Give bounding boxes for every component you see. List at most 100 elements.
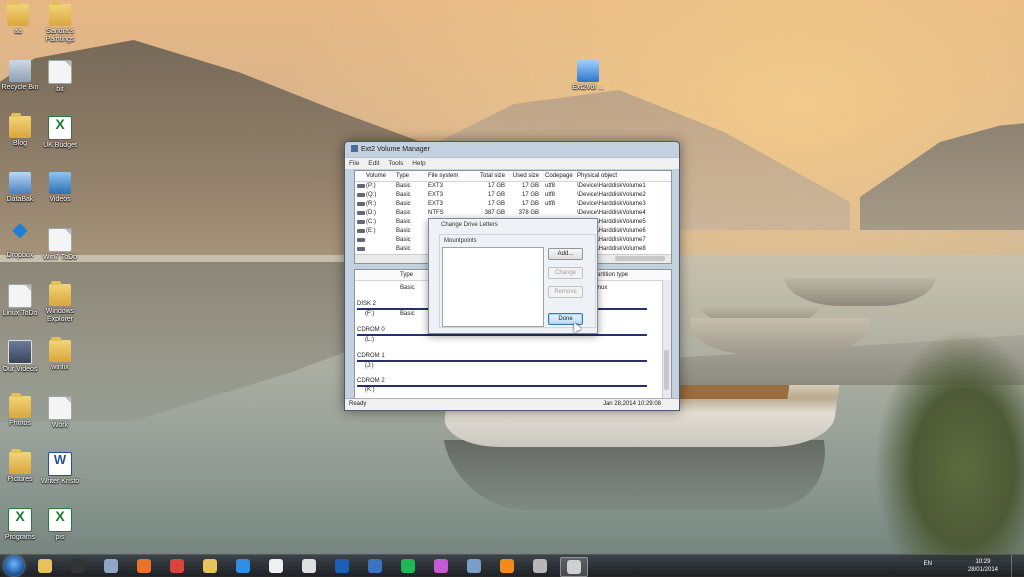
taskbar-disk-button[interactable]	[527, 557, 553, 575]
column-header-volume[interactable]: Volume	[366, 171, 396, 181]
desktop-icon-label: Videos	[49, 196, 71, 203]
column-header-total-size[interactable]: Total size	[473, 171, 505, 181]
column-header-type[interactable]: Type	[396, 171, 428, 181]
wallpaper-hill	[860, 120, 1024, 230]
status-text: Ready	[349, 401, 367, 407]
column-header-physical-object[interactable]: Physical object	[577, 171, 657, 181]
desktop-icon-writer-kristo[interactable]: Writer Kristo	[32, 452, 88, 486]
desktop-icon-windows-explorer[interactable]: Windows Explorer	[32, 281, 88, 324]
window-titlebar[interactable]: Ext2 Volume Manager	[345, 142, 679, 157]
skype-icon	[467, 559, 481, 573]
system-clock[interactable]: 10:29 28/01/2014	[968, 558, 998, 574]
desktop-icon-win7-todo[interactable]: Win7 ToDo	[32, 228, 88, 262]
taskbar-skype-button[interactable]	[461, 557, 487, 575]
menubar: File Edit Tools Help	[345, 157, 679, 169]
folder-icon	[9, 393, 31, 418]
cdrom-1-volume[interactable]: (J:)	[365, 363, 374, 369]
cdrom-2-volume[interactable]: (K:)	[365, 387, 375, 393]
column-header-file-system[interactable]: File system	[428, 171, 473, 181]
ie-icon	[236, 559, 250, 573]
desktop-icon-work[interactable]: Work	[32, 396, 88, 430]
volume-cell: 387 GB	[484, 210, 505, 216]
taskbar-thunderbird-button[interactable]	[362, 557, 388, 575]
desktop-icon-label: Sandra's Paintings	[45, 28, 75, 43]
dialog-title: Change Drive Letters	[441, 222, 498, 228]
volume-row[interactable]: (Q:) Basic EXT3 17 GB 17 GB utf8 \Device\Hardd…	[355, 191, 671, 200]
menu-edit[interactable]: Edit	[368, 160, 379, 167]
cdrom-0-label[interactable]: CDROM 0	[357, 327, 385, 333]
volume-cell: \Device\HarddiskVolume3	[577, 201, 646, 207]
desktop-icon-pis[interactable]: pis	[32, 508, 88, 542]
disk-2-type: Basic	[400, 311, 415, 317]
vertical-scrollbar[interactable]	[662, 280, 671, 398]
volume-row[interactable]: (R:) Basic EXT3 17 GB 17 GB utf8 \Device\Hardd…	[355, 200, 671, 209]
mountpoints-label: Mountpoints	[444, 238, 477, 244]
desktop-icon-label: UK Budget	[43, 142, 77, 149]
cdrom-0-volume[interactable]: (L:)	[365, 337, 374, 343]
taskbar-media-player-button[interactable]	[263, 557, 289, 575]
chrome-icon	[170, 559, 184, 573]
folder-icon	[49, 281, 71, 306]
desktop-icon-winfix[interactable]: winfix	[32, 337, 88, 372]
show-desktop-button[interactable]	[1011, 555, 1024, 577]
start-button[interactable]	[4, 556, 24, 576]
taskbar-spotify-button[interactable]	[395, 557, 421, 575]
language-indicator[interactable]: EN	[924, 561, 932, 567]
cdrom-2-label[interactable]: CDROM 2	[357, 378, 385, 384]
disk-icon	[533, 559, 547, 573]
desktop-icon-bit[interactable]: bit	[32, 60, 88, 94]
desktop-icon-uk-budget[interactable]: UK Budget	[32, 116, 88, 150]
cdrom-1-label[interactable]: CDROM 1	[357, 353, 385, 359]
taskbar-ext2-button[interactable]	[560, 557, 588, 577]
add-button[interactable]: Add...	[548, 248, 583, 260]
folder-icon	[9, 113, 31, 138]
volume-cell: Basic	[396, 183, 411, 189]
disk-2-label[interactable]: DISK 2	[357, 301, 376, 307]
menu-tools[interactable]: Tools	[388, 160, 403, 167]
thunderbird-icon	[368, 559, 382, 573]
taskbar-folder-button[interactable]	[197, 557, 223, 575]
volume-cell: Basic	[396, 210, 411, 216]
volume-cell	[366, 245, 396, 254]
volume-row[interactable]: (P:) Basic EXT3 17 GB 17 GB utf8 \Device\Hardd…	[355, 182, 671, 191]
clock-date: 28/01/2014	[967, 567, 998, 573]
menu-file[interactable]: File	[349, 160, 359, 167]
taskbar-explorer-button[interactable]	[32, 557, 58, 575]
desktop-icon-ext2vol-setup[interactable]: Ext2Vol ...	[560, 60, 616, 92]
desktop-icon-videos[interactable]: Videos	[32, 172, 88, 204]
volume-cell: 17 GB	[521, 192, 539, 198]
mountpoints-list[interactable]	[442, 247, 544, 327]
volume-cell: (E:)	[366, 228, 376, 234]
taskbar-ie-button[interactable]	[230, 557, 256, 575]
taskbar-sumatra-button[interactable]	[296, 557, 322, 575]
taskbar-chrome-button[interactable]	[164, 557, 190, 575]
taskbar-firefox-button[interactable]	[131, 557, 157, 575]
taskbar-terminal-button[interactable]	[65, 557, 91, 575]
disk-header-partition-type: Partition type	[593, 272, 629, 278]
document-icon	[48, 396, 72, 420]
volume-cell: utf8	[545, 192, 556, 198]
taskbar-picasa-button[interactable]	[428, 557, 454, 575]
scrollbar-thumb[interactable]	[664, 350, 669, 390]
spotify-icon	[401, 559, 415, 573]
disk-2-volume[interactable]: (F:)	[365, 311, 374, 317]
volume-row[interactable]: (D:) Basic NTFS 387 GB 378 GB \Device\Harddis…	[355, 209, 671, 218]
volume-cell: Basic	[396, 246, 411, 252]
remove-button[interactable]: Remove	[548, 286, 583, 298]
menu-help[interactable]: Help	[412, 160, 425, 167]
excel-icon	[48, 508, 72, 532]
desktop-icon-sandras-paintings[interactable]: Sandra's Paintings	[32, 1, 88, 44]
column-header-used-size[interactable]: Used size	[505, 171, 539, 181]
change-button[interactable]: Change	[548, 267, 583, 279]
cdrom-2-bar	[357, 385, 647, 387]
taskbar-vlc-button[interactable]	[494, 557, 520, 575]
column-header-codepage[interactable]: Codepage	[539, 171, 577, 181]
sumatra-icon	[302, 559, 316, 573]
taskbar-teamviewer-button[interactable]	[329, 557, 355, 575]
taskbar-monitor-button[interactable]	[98, 557, 124, 575]
desktop-icon-label: pis	[55, 534, 65, 541]
volume-cell: \Device\HarddiskVolume2	[577, 192, 646, 198]
volume-cell	[366, 236, 396, 245]
recycle-bin-icon	[9, 60, 31, 82]
scrollbar-thumb[interactable]	[615, 256, 665, 261]
